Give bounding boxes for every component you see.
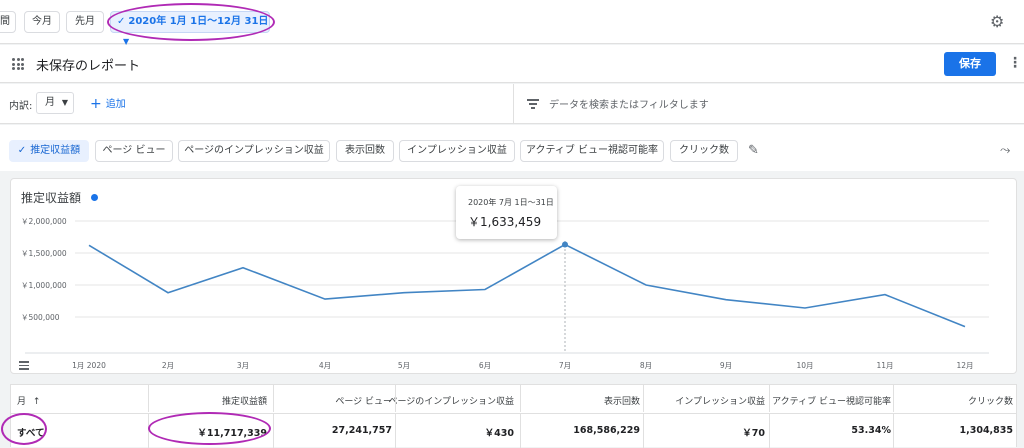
metric-chip-label: アクティブ ビュー視認可能率: [525, 145, 659, 156]
annotation-oval-all: [1, 413, 47, 445]
metric-chip-label: インプレッション収益: [407, 145, 507, 156]
annotation-oval-date: [107, 3, 275, 41]
metric-chip-impression-rpm[interactable]: インプレッション収益: [399, 140, 515, 162]
filter-bar: 内訳: 月 ▼ + 追加 データを検索またはフィルタします: [0, 84, 1024, 124]
table-toggle-icon[interactable]: [19, 361, 29, 372]
table-header-page-views[interactable]: ページ ビュー: [335, 394, 392, 407]
metric-chip-label: ページ ビュー: [102, 145, 166, 156]
breakdown-value: 月: [45, 97, 55, 108]
x-tick-label: 12月: [956, 361, 973, 370]
metric-chip-impressions[interactable]: 表示回数: [336, 140, 394, 162]
y-tick-label: ￥500,000: [21, 313, 60, 322]
add-breakdown-button[interactable]: + 追加: [90, 95, 126, 112]
x-tick-label: 10月: [796, 361, 813, 370]
x-tick-label: 2月: [162, 361, 174, 370]
y-tick-label: ￥1,000,000: [21, 281, 67, 290]
chart-card: ￥2,000,000 ￥1,500,000 ￥1,000,000 ￥500,000 1月…: [10, 178, 1017, 374]
chart-title: 推定収益額: [21, 191, 82, 205]
caret-down-icon: ▼: [61, 98, 68, 107]
breakdown-label: 内訳:: [9, 101, 33, 112]
filter-icon: [527, 99, 539, 111]
row-divider: [11, 413, 1016, 414]
metric-chip-clicks[interactable]: クリック数: [670, 140, 738, 162]
compare-trend-icon[interactable]: ⤳: [1000, 143, 1010, 158]
metric-chip-estimated-earnings[interactable]: ✓ 推定収益額: [9, 140, 89, 162]
report-header: 未保存のレポート 保存 ⋮: [0, 45, 1024, 83]
report-title: 未保存のレポート: [36, 59, 141, 74]
date-preset-partial-label: 間: [0, 16, 10, 27]
header-label: 月: [17, 397, 27, 407]
table-header-active-view[interactable]: アクティブ ビュー視認可能率: [772, 394, 891, 407]
divider: [513, 84, 514, 124]
metric-chip-label: クリック数: [679, 145, 729, 156]
total-page-views: 27,241,757: [331, 425, 392, 436]
total-page-rpm: ￥430: [484, 428, 514, 439]
add-label: 追加: [105, 99, 126, 110]
tooltip-date: 2020年 7月 1日〜31日: [468, 198, 554, 207]
y-tick-label: ￥1,500,000: [21, 249, 67, 258]
breakdown-select[interactable]: 月 ▼: [36, 92, 74, 114]
apps-grid-icon[interactable]: [12, 58, 24, 70]
table-header-month[interactable]: 月 ↑: [17, 394, 40, 407]
data-point: [562, 241, 568, 248]
metric-chip-label: ページのインプレッション収益: [184, 145, 324, 156]
metric-selector: ✓ 推定収益額 ページ ビュー ページのインプレッション収益 表示回数 インプレッ…: [0, 125, 1024, 171]
check-icon: ✓: [17, 145, 27, 156]
total-impression-rpm: ￥70: [742, 428, 765, 439]
series-dot-icon: [91, 194, 98, 201]
date-preset-partial[interactable]: 間: [0, 11, 16, 33]
x-tick-label: 6月: [479, 361, 491, 370]
save-button[interactable]: 保存: [944, 52, 996, 76]
metric-chip-label: 推定収益額: [30, 145, 81, 156]
arrow-up-icon: ↑: [32, 397, 41, 407]
gear-icon[interactable]: ⚙: [990, 14, 1004, 30]
total-clicks: 1,304,835: [959, 425, 1014, 436]
filter-search-input[interactable]: データを検索またはフィルタします: [549, 96, 709, 111]
x-tick-label: 11月: [876, 361, 893, 370]
date-preset-last-month[interactable]: 先月: [66, 11, 104, 33]
plus-icon: +: [90, 96, 102, 112]
table-header-impressions[interactable]: 表示回数: [604, 394, 640, 407]
total-active-view: 53.34%: [851, 425, 891, 436]
total-impressions: 168,586,229: [573, 425, 640, 436]
tooltip-value: ￥1,633,459: [468, 215, 542, 229]
x-tick-label: 9月: [720, 361, 732, 370]
series-line: [88, 243, 966, 328]
x-tick-label: 4月: [319, 361, 331, 370]
table-header-impression-rpm[interactable]: インプレッション収益: [675, 394, 765, 407]
date-toolbar: 間 今月 先月 ✓ 2020年 1月 1日〜12月 31日▼ ⚙: [0, 0, 1024, 46]
more-vert-icon[interactable]: ⋮: [1008, 55, 1022, 71]
metric-chip-page-rpm[interactable]: ページのインプレッション収益: [178, 140, 330, 162]
chart-tooltip: 2020年 7月 1日〜31日 ￥1,633,459: [456, 186, 557, 239]
edit-pencil-icon[interactable]: ✎: [748, 143, 759, 158]
x-tick-label: 5月: [398, 361, 410, 370]
last-month-label: 先月: [75, 16, 95, 27]
date-preset-this-month[interactable]: 今月: [24, 11, 60, 33]
table-header-page-rpm[interactable]: ページのインプレッション収益: [388, 394, 514, 407]
metric-chip-page-views[interactable]: ページ ビュー: [95, 140, 173, 162]
x-tick-label: 1月 2020: [72, 361, 106, 370]
y-tick-label: ￥2,000,000: [21, 217, 67, 226]
this-month-label: 今月: [32, 16, 52, 27]
table-header-estimated-earnings[interactable]: 推定収益額: [222, 394, 267, 407]
x-tick-label: 7月: [559, 361, 571, 370]
metric-chip-active-view[interactable]: アクティブ ビュー視認可能率: [520, 140, 664, 162]
x-tick-label: 3月: [237, 361, 249, 370]
annotation-oval-total: [148, 412, 271, 445]
metric-chip-label: 表示回数: [345, 145, 385, 156]
table-header-clicks[interactable]: クリック数: [968, 394, 1013, 407]
x-tick-label: 8月: [640, 361, 652, 370]
